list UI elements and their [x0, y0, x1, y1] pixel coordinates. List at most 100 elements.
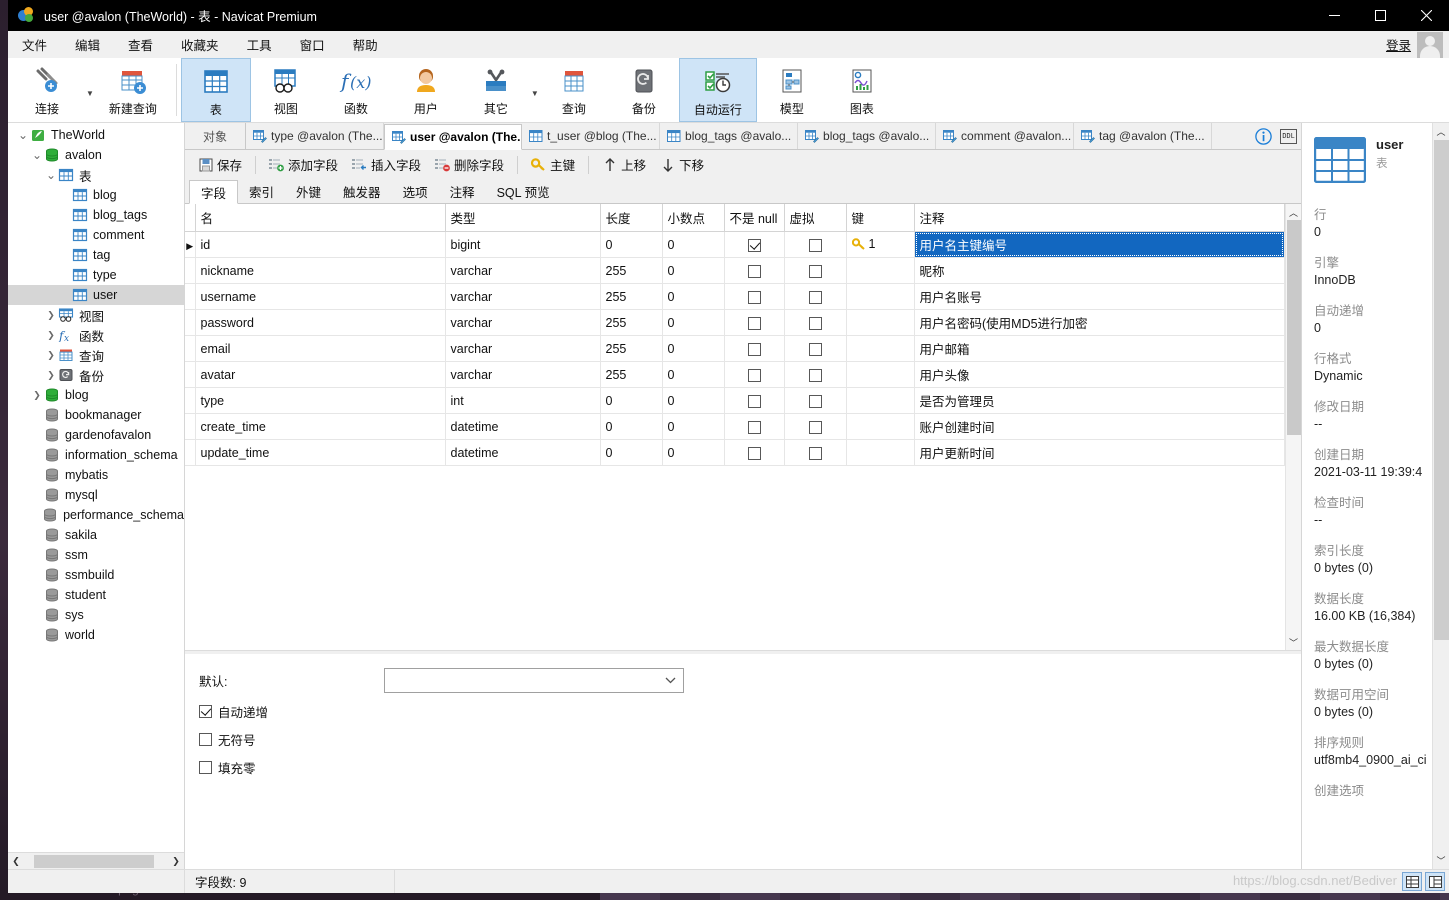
chevron-right-icon[interactable]: ❯ [44, 330, 58, 341]
grid-scroll-track[interactable] [1286, 220, 1302, 634]
property-checkbox[interactable] [199, 761, 212, 774]
not-null-checkbox[interactable] [747, 316, 761, 330]
grid-column-header-3[interactable]: 小数点 [662, 204, 725, 232]
tree-node-blog[interactable]: blog [8, 185, 184, 205]
cell-comment[interactable]: 用户名主键编号 [914, 231, 1285, 258]
document-tab-3[interactable]: blog_tags @avalo... [660, 123, 799, 149]
designer-tab-6[interactable]: SQL 预览 [486, 179, 561, 203]
cell-not-null-checkbox[interactable] [724, 361, 785, 388]
cell-field-name[interactable]: nickname [195, 257, 446, 284]
ribbon-button-connection[interactable]: 连接 [8, 58, 86, 122]
grid-column-header-1[interactable]: 类型 [445, 204, 601, 232]
cell-key[interactable] [846, 387, 915, 414]
scroll-thumb[interactable] [34, 854, 154, 868]
cell-field-length[interactable]: 255 [600, 283, 663, 310]
cell-field-name[interactable]: create_time [195, 413, 446, 440]
grid-scroll-up-arrow[interactable]: ︿ [1286, 204, 1302, 220]
menu-window[interactable]: 窗口 [286, 32, 339, 57]
chevron-down-icon[interactable]: ⌄ [30, 148, 44, 162]
sidebar-horizontal-scrollbar[interactable]: ❮ ❯ [8, 852, 184, 869]
move-up-button[interactable]: 上移 [595, 152, 653, 177]
property-checkbox-row-1[interactable]: 无符号 [199, 730, 1301, 749]
cell-field-length[interactable]: 255 [600, 335, 663, 362]
tree-node-comment[interactable]: comment [8, 225, 184, 245]
info-scroll-track[interactable] [1433, 140, 1449, 852]
cell-comment[interactable]: 用户更新时间 [914, 439, 1285, 466]
grid-row[interactable]: email varchar 255 0 用户邮箱 [185, 335, 1285, 362]
cell-comment[interactable]: 用户邮箱 [914, 335, 1285, 362]
cell-virtual-checkbox[interactable] [784, 335, 847, 362]
cell-key[interactable] [846, 309, 915, 336]
designer-tab-2[interactable]: 外键 [285, 179, 332, 203]
move-down-button[interactable]: 下移 [653, 152, 711, 177]
grid-row[interactable]: avatar varchar 255 0 用户头像 [185, 361, 1285, 388]
object-tree[interactable]: ⌄ TheWorld ⌄ avalon ⌄ 表 blog blog_tags com… [8, 123, 184, 852]
tree-node-performance_schema[interactable]: performance_schema [8, 505, 184, 525]
cell-field-length[interactable]: 0 [600, 439, 663, 466]
primary-key-button[interactable]: 主键 [524, 152, 582, 177]
ribbon-button-model[interactable]: 模型 [757, 58, 827, 122]
document-tab-4[interactable]: blog_tags @avalo... [798, 123, 937, 149]
cell-field-decimals[interactable]: 0 [662, 361, 725, 388]
cell-field-type[interactable]: varchar [445, 335, 601, 362]
cell-comment[interactable]: 账户创建时间 [914, 413, 1285, 440]
close-button[interactable] [1403, 0, 1449, 31]
default-value-select[interactable] [384, 668, 684, 693]
tree-node-information_schema[interactable]: information_schema [8, 445, 184, 465]
ribbon-button-table[interactable]: 表 [180, 58, 251, 122]
cell-field-type[interactable]: datetime [445, 413, 601, 440]
cell-key[interactable]: 1 [846, 231, 915, 258]
tab-objects[interactable]: 对象 [185, 123, 247, 149]
document-tab-6[interactable]: tag @avalon (The... [1074, 123, 1213, 149]
delete-field-button[interactable]: 删除字段 [428, 152, 511, 177]
tree-node-ssm[interactable]: ssm [8, 545, 184, 565]
tree-node-sys[interactable]: sys [8, 605, 184, 625]
chevron-right-icon[interactable]: ❯ [30, 390, 44, 401]
designer-tab-3[interactable]: 触发器 [332, 179, 392, 203]
cell-key[interactable] [846, 283, 915, 310]
cell-field-type[interactable]: varchar [445, 283, 601, 310]
tree-node-sakila[interactable]: sakila [8, 525, 184, 545]
grid-scroll-thumb[interactable] [1286, 220, 1301, 435]
cell-key[interactable] [846, 439, 915, 466]
document-tab-5[interactable]: comment @avalon... [936, 123, 1075, 149]
cell-field-decimals[interactable]: 0 [662, 387, 725, 414]
cell-field-name[interactable]: email [195, 335, 446, 362]
cell-field-name[interactable]: password [195, 309, 446, 336]
not-null-checkbox[interactable] [747, 394, 761, 408]
tree-node--[interactable]: ❯ 备份 [8, 365, 184, 385]
grid-column-header-5[interactable]: 虚拟 [784, 204, 847, 232]
comment-editor-selected[interactable]: 用户名主键编号 [914, 232, 1284, 257]
tree-node--[interactable]: ⌄ 表 [8, 165, 184, 185]
cell-key[interactable] [846, 413, 915, 440]
grid-column-header-4[interactable]: 不是 null [724, 204, 785, 232]
tree-node--[interactable]: ❯ 视图 [8, 305, 184, 325]
property-checkbox-row-2[interactable]: 填充零 [199, 758, 1301, 777]
cell-not-null-checkbox[interactable] [724, 283, 785, 310]
cell-not-null-checkbox[interactable] [724, 231, 785, 258]
ribbon-button-new-query[interactable]: 新建查询 [94, 58, 172, 122]
designer-tab-5[interactable]: 注释 [439, 179, 486, 203]
document-tab-1[interactable]: user @avalon (The... [384, 124, 523, 150]
property-checkbox[interactable] [199, 733, 212, 746]
cell-comment[interactable]: 用户名密码(使用MD5进行加密 [914, 309, 1285, 336]
login-link[interactable]: 登录 [1386, 35, 1411, 54]
virtual-checkbox[interactable] [808, 238, 822, 252]
grid-row[interactable]: create_time datetime 0 0 账户创建时间 [185, 413, 1285, 440]
not-null-checkbox[interactable] [747, 238, 761, 252]
cell-field-type[interactable]: varchar [445, 361, 601, 388]
grid-row[interactable]: username varchar 255 0 用户名账号 [185, 283, 1285, 310]
cell-virtual-checkbox[interactable] [784, 309, 847, 336]
info-scroll-thumb[interactable] [1433, 140, 1449, 640]
info-scroll-down-arrow[interactable]: ﹀ [1433, 852, 1449, 869]
cell-field-length[interactable]: 0 [600, 387, 663, 414]
cell-field-decimals[interactable]: 0 [662, 413, 725, 440]
cell-field-name[interactable]: type [195, 387, 446, 414]
grid-column-header-7[interactable]: 注释 [914, 204, 1285, 232]
cell-virtual-checkbox[interactable] [784, 283, 847, 310]
ribbon-button-view[interactable]: 视图 [251, 58, 321, 122]
grid-column-header-0[interactable]: 名 [195, 204, 446, 232]
designer-tab-0[interactable]: 字段 [189, 180, 239, 204]
cell-field-name[interactable]: avatar [195, 361, 446, 388]
chevron-down-icon[interactable]: ⌄ [16, 128, 30, 142]
